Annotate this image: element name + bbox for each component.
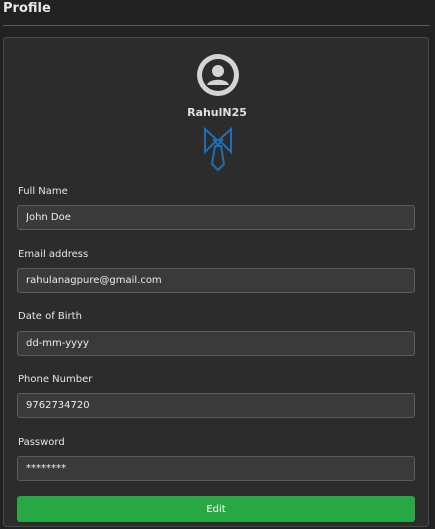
- email-label: Email address: [18, 249, 89, 260]
- edit-button[interactable]: Edit: [17, 496, 415, 522]
- dob-label: Date of Birth: [18, 311, 82, 322]
- username: RahulN25: [187, 106, 247, 119]
- phone-field[interactable]: [17, 393, 415, 418]
- dob-field[interactable]: [17, 331, 415, 356]
- email-field[interactable]: [17, 268, 415, 293]
- user-circle-icon: [197, 54, 239, 96]
- phone-label: Phone Number: [18, 374, 93, 385]
- password-field[interactable]: [17, 456, 415, 481]
- full-name-field[interactable]: [17, 205, 415, 230]
- title-divider: [3, 25, 430, 26]
- password-label: Password: [18, 437, 65, 448]
- tie-icon: [204, 126, 232, 172]
- page-title: Profile: [3, 1, 51, 16]
- full-name-label: Full Name: [18, 186, 68, 197]
- profile-card: RahulN25 Full Name Email address Date of…: [3, 37, 429, 527]
